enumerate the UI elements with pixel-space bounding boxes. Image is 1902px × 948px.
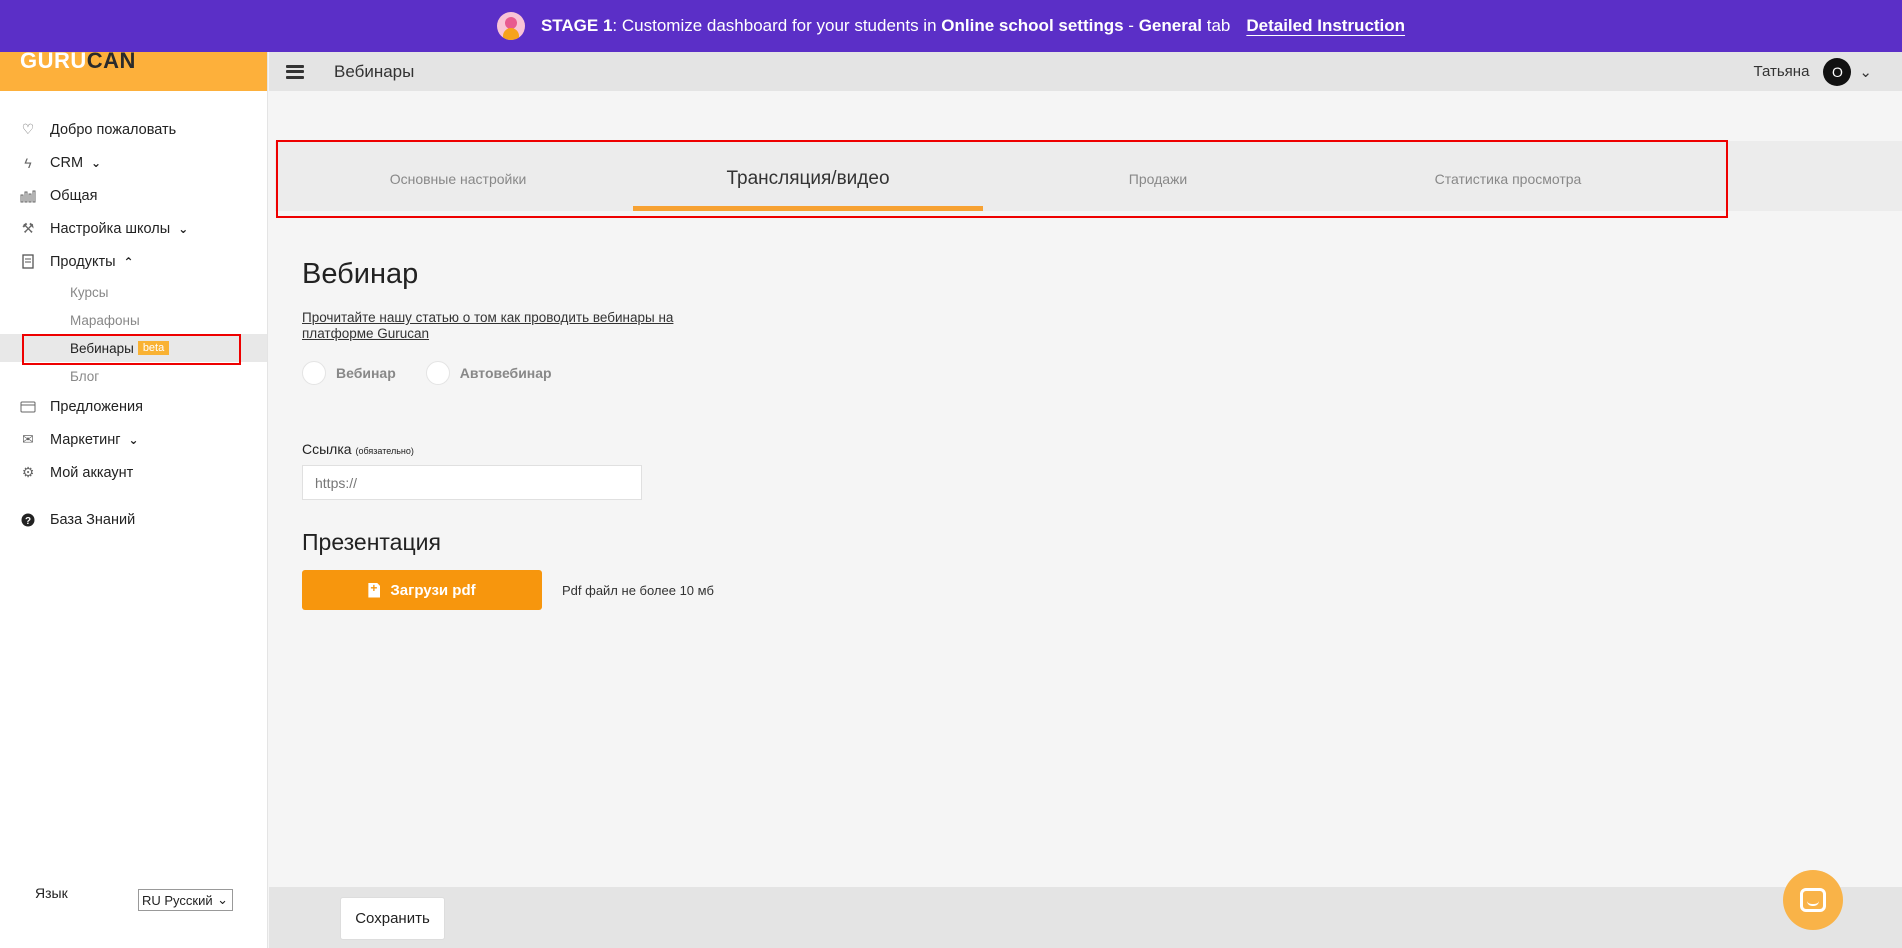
sidebar-subitem-blog[interactable]: Блог: [0, 362, 267, 390]
radio-autowebinar[interactable]: [425, 361, 450, 385]
save-button[interactable]: Сохранить: [340, 897, 445, 940]
bar-chart-icon: [20, 188, 36, 204]
sidebar-item-welcome[interactable]: ♡ Добро пожаловать: [0, 113, 267, 146]
bottom-bar: [269, 887, 1902, 948]
sidebar-item-label: Добро пожаловать: [50, 121, 177, 138]
envelope-icon: ✉: [22, 431, 34, 447]
page-title: Вебинары: [334, 61, 415, 81]
tab-view-statistics[interactable]: Статистика просмотра: [1333, 143, 1683, 215]
sidebar-item-school-settings[interactable]: ⚒ Настройка школы ⌄: [0, 212, 267, 245]
lightning-icon: ϟ: [24, 154, 32, 171]
tabs: Основные настройки Трансляция/видео Прод…: [283, 143, 1723, 215]
sidebar-subitem-courses[interactable]: Курсы: [0, 278, 267, 306]
chevron-up-icon: ⌃: [123, 254, 134, 269]
chevron-down-icon: ⌄: [91, 155, 102, 170]
document-icon: [20, 254, 36, 270]
radio-webinar-label: Вебинар: [336, 365, 396, 381]
sidebar-item-label: Общая: [50, 187, 98, 204]
sidebar-nav: ♡ Добро пожаловать ϟ CRM ⌄ Общая ⚒ Настр…: [0, 91, 267, 536]
sidebar-item-label: Продукты: [50, 253, 116, 270]
upload-pdf-button[interactable]: Загрузи pdf: [302, 570, 542, 610]
chat-icon[interactable]: [1783, 870, 1843, 930]
tab-broadcast-video[interactable]: Трансляция/видео: [633, 143, 983, 215]
sidebar-item-crm[interactable]: ϟ CRM ⌄: [0, 146, 267, 179]
sidebar-item-marketing[interactable]: ✉ Маркетинг ⌄: [0, 423, 267, 456]
stage-banner: STAGE 1: Customize dashboard for your st…: [0, 0, 1902, 52]
language-select[interactable]: RU Русский ⌄: [138, 889, 233, 911]
user-menu[interactable]: Татьяна О ⌄: [1753, 57, 1872, 86]
chevron-down-icon: ⌄: [1859, 63, 1872, 81]
sidebar-item-my-account[interactable]: ⚙ Мой аккаунт: [0, 456, 267, 489]
pdf-size-note: Pdf файл не более 10 мб: [562, 583, 714, 598]
link-input[interactable]: [302, 465, 642, 500]
sidebar-item-products[interactable]: Продукты ⌃: [0, 245, 267, 278]
presentation-heading: Презентация: [302, 529, 441, 555]
sidebar: GURUCAN ♡ Добро пожаловать ϟ CRM ⌄ Общая…: [0, 48, 268, 948]
file-plus-icon: [368, 582, 381, 598]
logo[interactable]: GURUCAN: [20, 48, 136, 74]
language-label: Язык: [35, 885, 68, 901]
card-icon: [20, 399, 36, 415]
sidebar-item-label: База Знаний: [50, 511, 136, 528]
question-icon: ?: [20, 512, 36, 528]
sidebar-subitem-marathons[interactable]: Марафоны: [0, 306, 267, 334]
top-header: Вебинары Татьяна О ⌄: [269, 52, 1902, 91]
banner-text: STAGE 1: Customize dashboard for your st…: [540, 16, 1231, 35]
mascot-icon: [496, 12, 525, 40]
article-link[interactable]: Прочитайте нашу статью о том как проводи…: [302, 310, 722, 342]
chevron-down-icon: ⌄: [217, 892, 228, 907]
radio-webinar[interactable]: [302, 361, 326, 385]
sidebar-item-label: Предложения: [50, 398, 143, 415]
svg-text:?: ?: [25, 516, 31, 527]
sidebar-item-label: Маркетинг: [50, 431, 121, 448]
sidebar-item-offers[interactable]: Предложения: [0, 390, 267, 423]
tab-general-settings[interactable]: Основные настройки: [283, 143, 633, 215]
user-name: Татьяна: [1753, 63, 1810, 80]
tab-sales[interactable]: Продажи: [983, 143, 1333, 215]
sidebar-item-label: Настройка школы: [50, 220, 171, 237]
radio-autowebinar-label: Автовебинар: [459, 365, 552, 381]
chevron-down-icon: ⌄: [178, 221, 189, 236]
gear-icon: ⚙: [21, 464, 35, 480]
beta-badge: beta: [137, 341, 170, 355]
logo-bar: GURUCAN: [0, 48, 267, 91]
hamburger-menu-icon[interactable]: [286, 64, 304, 79]
webinar-type-radio-group: Вебинар Автовебинар: [302, 361, 582, 385]
chevron-down-icon: ⌄: [128, 432, 139, 447]
link-field-label: Ссылка (обязательно): [302, 441, 414, 457]
sidebar-item-label: Мой аккаунт: [50, 464, 134, 481]
sidebar-item-label: CRM: [50, 154, 84, 171]
sidebar-item-knowledge-base[interactable]: ? База Знаний: [0, 503, 267, 536]
heart-icon: ♡: [21, 121, 35, 137]
sidebar-subitem-webinars[interactable]: Вебинары beta: [0, 334, 267, 362]
hammer-icon: ⚒: [21, 220, 35, 236]
sidebar-item-general[interactable]: Общая: [0, 179, 267, 212]
avatar: О: [1823, 57, 1852, 86]
webinar-heading: Вебинар: [302, 258, 419, 290]
detailed-instruction-link[interactable]: Detailed Instruction: [1246, 16, 1405, 36]
